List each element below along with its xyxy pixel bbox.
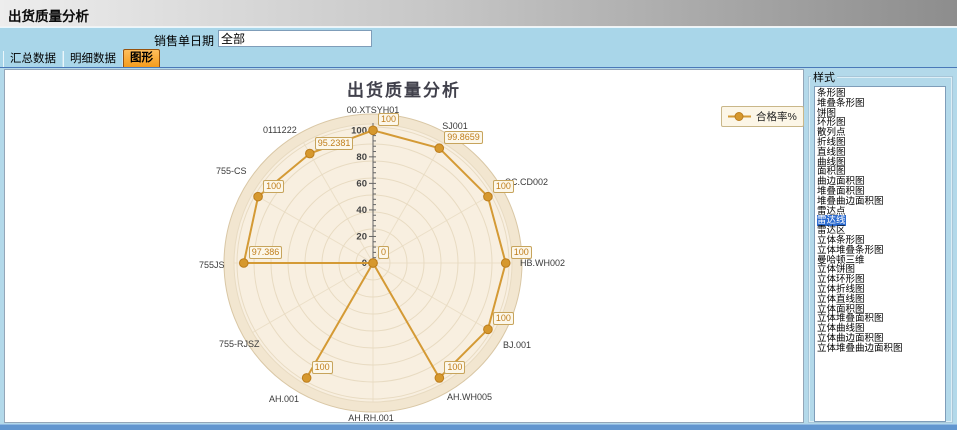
category-label: 755-CS (216, 166, 247, 176)
style-list-item[interactable]: 立体堆叠曲边面积图 (815, 344, 945, 354)
category-label: AH.001 (269, 394, 299, 404)
data-point (254, 192, 263, 201)
title-bar: 出货质量分析 (0, 0, 957, 27)
value-label: 100 (444, 361, 465, 374)
axis-tick-label: 60 (356, 178, 367, 189)
date-filter-input[interactable] (218, 30, 372, 47)
data-point (302, 374, 311, 383)
category-label: HB.WH002 (520, 258, 565, 268)
data-point (239, 259, 248, 268)
page-title: 出货质量分析 (8, 5, 89, 25)
category-label: BJ.001 (503, 340, 531, 350)
category-label: 755JS (199, 260, 225, 270)
chart-panel: 020406080100 出货质量分析 合格率% 00.XTSYH01100SJ… (4, 69, 804, 423)
data-point (484, 325, 493, 334)
axis-tick-label: 40 (356, 205, 367, 216)
tab-0[interactable]: 汇总数据 (3, 51, 63, 67)
data-point (435, 144, 444, 153)
content-area: 020406080100 出货质量分析 合格率% 00.XTSYH01100SJ… (0, 67, 957, 424)
legend-label: 合格率% (756, 109, 797, 124)
data-point (435, 374, 444, 383)
value-label: 100 (511, 246, 532, 259)
value-label: 97.386 (249, 246, 283, 259)
category-label: 0111222 (263, 125, 297, 135)
value-label: 99.8659 (444, 131, 483, 144)
value-label: 100 (312, 361, 333, 374)
category-label: AH.WH005 (447, 392, 492, 402)
category-label: SJ001 (442, 121, 468, 131)
tab-2[interactable]: 图形 (123, 49, 160, 67)
tab-bar: 汇总数据明细数据图形 (0, 48, 957, 67)
value-label: 100 (493, 312, 514, 325)
style-groupbox-title: 样式 (811, 69, 837, 85)
chart-title: 出货质量分析 (5, 76, 803, 101)
value-label: 100 (493, 180, 514, 193)
data-point (501, 259, 510, 268)
category-label: AH.RH.001 (348, 413, 394, 423)
legend: 合格率% (721, 106, 804, 127)
data-point (369, 126, 378, 135)
data-point (484, 192, 493, 201)
axis-tick-label: 20 (356, 231, 367, 242)
status-strip (0, 424, 957, 430)
value-label: 100 (263, 180, 284, 193)
radar-chart-svg: 0 20 40 60 80 100 (5, 70, 803, 422)
value-label: 0 (378, 246, 389, 259)
style-list[interactable]: 条形图堆叠条形图饼图环形图散列点折线图直线图曲线图面积图曲边面积图堆叠面积图堆叠… (814, 86, 946, 422)
data-point (306, 149, 315, 158)
axis-tick-label: 80 (356, 152, 367, 163)
value-label: 95.2381 (315, 137, 354, 150)
data-point (369, 259, 378, 268)
tab-1[interactable]: 明细数据 (63, 51, 123, 67)
value-label: 100 (378, 113, 399, 126)
legend-marker-icon (726, 111, 753, 122)
date-filter-label: 销售单日期 (150, 32, 214, 49)
category-label: 755-RJSZ (219, 339, 260, 349)
filter-bar: 销售单日期 (0, 27, 957, 48)
